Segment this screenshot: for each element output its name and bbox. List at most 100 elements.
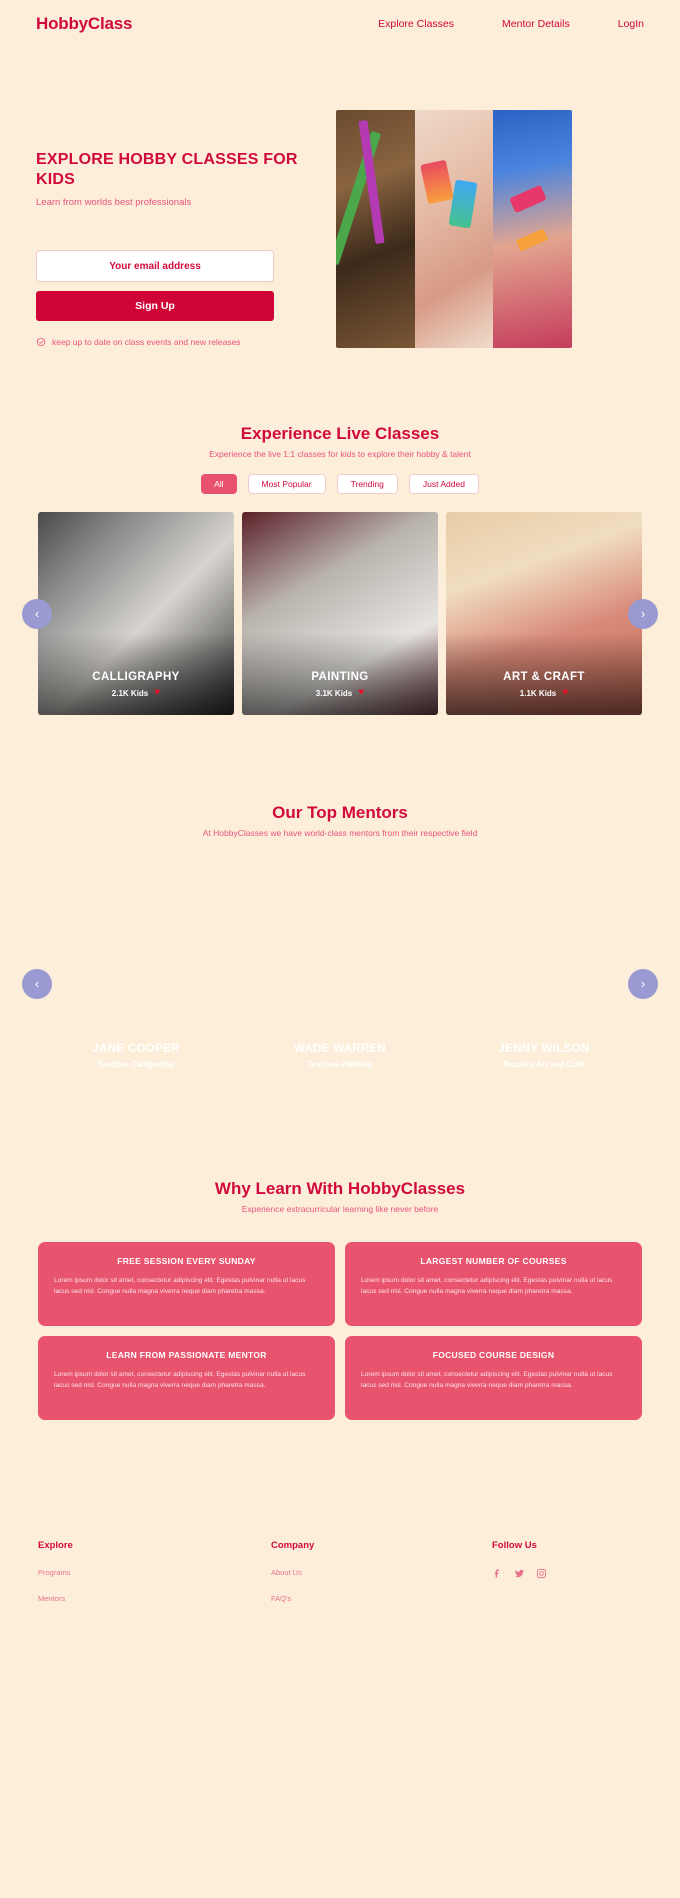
class-card-art-and-craft[interactable]: ART & CRAFT 1.1K Kids ♥	[446, 512, 642, 715]
mentor-caption: JENNY WILSON Teaches Art and Craft	[446, 1043, 642, 1069]
classes-carousel: ‹ › CALLIGRAPHY 2.1K Kids ♥ PAINTING 3.1…	[0, 512, 680, 715]
facebook-icon[interactable]	[492, 1568, 503, 1579]
class-card-kids: 3.1K Kids	[315, 688, 353, 698]
class-card-caption: CALLIGRAPHY 2.1K Kids ♥	[38, 671, 234, 698]
filter-all[interactable]: All	[201, 474, 237, 494]
newsletter-note: keep up to date on class events and new …	[36, 337, 316, 347]
filter-just-added[interactable]: Just Added	[408, 474, 479, 494]
heart-icon: ♥	[154, 687, 161, 698]
hero-title: EXPLORE HOBBY CLASSES FOR KIDS	[36, 151, 298, 188]
email-input[interactable]: Your email address	[36, 250, 274, 282]
feature-card-focused-design: FOCUSED COURSE DESIGN Lorem ipsum dolor …	[345, 1336, 642, 1420]
feature-card-largest-courses: LARGEST NUMBER OF COURSES Lorem ipsum do…	[345, 1242, 642, 1326]
mentor-card-jenny-wilson[interactable]: JENNY WILSON Teaches Art and Craft	[446, 882, 642, 1085]
instagram-icon[interactable]	[536, 1568, 547, 1579]
site-header: HobbyClass Explore Classes Mentor Detail…	[0, 0, 680, 48]
class-card-caption: PAINTING 3.1K Kids ♥	[242, 671, 438, 698]
live-classes-heading: Experience Live Classes Experience the l…	[0, 424, 680, 459]
mentor-cards: JANE COOPER Teaches Calligraphy WADE WAR…	[38, 882, 642, 1085]
social-links	[492, 1568, 642, 1579]
mentor-caption: JANE COOPER Teaches Calligraphy	[38, 1043, 234, 1069]
footer-column-follow-us: Follow Us	[492, 1540, 642, 1603]
twitter-icon[interactable]	[514, 1568, 525, 1579]
class-card-calligraphy[interactable]: CALLIGRAPHY 2.1K Kids ♥	[38, 512, 234, 715]
feature-body: Lorem ipsum dolor sit amet, consectetur …	[361, 1371, 613, 1389]
footer-link-faqs[interactable]: FAQ's	[271, 1594, 492, 1603]
footer-title-explore: Explore	[38, 1540, 73, 1551]
class-card-name: CALLIGRAPHY	[92, 671, 180, 683]
mentors-section: Our Top Mentors At HobbyClasses we have …	[0, 803, 680, 1085]
chevron-right-icon: ›	[640, 976, 646, 991]
class-card-name: PAINTING	[311, 671, 369, 683]
mentors-next-button[interactable]: ›	[628, 968, 658, 999]
footer-link-programs[interactable]: Programs	[38, 1568, 259, 1577]
hero-image-paintbrush	[493, 110, 572, 348]
heart-icon: ♥	[562, 687, 569, 698]
chevron-left-icon: ‹	[34, 976, 40, 991]
nav-item-login[interactable]: LogIn	[618, 18, 644, 30]
feature-body: Lorem ipsum dolor sit amet, consectetur …	[361, 1277, 613, 1295]
mentor-card-wade-warren[interactable]: WADE WARREN Teaches Painting	[242, 882, 438, 1085]
feature-title: FOCUSED COURSE DESIGN	[432, 1350, 555, 1360]
footer-title-follow-us: Follow Us	[492, 1540, 537, 1551]
footer-title-company: Company	[271, 1540, 315, 1551]
class-cards: CALLIGRAPHY 2.1K Kids ♥ PAINTING 3.1K Ki…	[38, 512, 642, 715]
mentor-caption: WADE WARREN Teaches Painting	[242, 1043, 438, 1069]
live-classes-section: Experience Live Classes Experience the l…	[0, 424, 680, 715]
mentor-name: JENNY WILSON	[498, 1043, 590, 1055]
footer-link-mentors[interactable]: Mentors	[38, 1594, 259, 1603]
feature-card-passionate-mentor: LEARN FROM PASSIONATE MENTOR Lorem ipsum…	[38, 1336, 335, 1420]
main-nav: Explore Classes Mentor Details LogIn	[378, 18, 644, 30]
feature-title: FREE SESSION EVERY SUNDAY	[117, 1256, 256, 1266]
mentors-title: Our Top Mentors	[272, 803, 408, 822]
mentors-prev-button[interactable]: ‹	[22, 968, 52, 999]
hero-image	[336, 110, 572, 348]
signup-button[interactable]: Sign Up	[36, 291, 274, 321]
heart-icon: ♥	[358, 687, 365, 698]
why-learn-heading: Why Learn With HobbyClasses Experience e…	[0, 1179, 680, 1214]
footer-column-explore: Explore Programs Mentors	[38, 1540, 259, 1603]
nav-item-explore-classes[interactable]: Explore Classes	[378, 18, 454, 30]
filter-most-popular[interactable]: Most Popular	[247, 474, 326, 494]
logo[interactable]: HobbyClass	[36, 14, 132, 34]
hero-subtitle: Learn from worlds best professionals	[36, 197, 192, 208]
chevron-right-icon: ›	[640, 606, 646, 621]
hero-content: EXPLORE HOBBY CLASSES FOR KIDS Learn fro…	[36, 110, 316, 348]
class-card-kids: 1.1K Kids	[519, 688, 557, 698]
mentors-carousel: ‹ › JANE COOPER Teaches Calligraphy WADE…	[0, 882, 680, 1085]
classes-prev-button[interactable]: ‹	[22, 598, 52, 629]
site-footer: Explore Programs Mentors Company About U…	[0, 1540, 680, 1603]
footer-column-company: Company About Us FAQ's	[259, 1540, 492, 1603]
feature-title: LEARN FROM PASSIONATE MENTOR	[106, 1350, 267, 1360]
newsletter-note-text: keep up to date on class events and new …	[52, 337, 241, 347]
class-card-meta: 1.1K Kids ♥	[446, 688, 642, 698]
live-classes-title: Experience Live Classes	[240, 424, 440, 443]
feature-body: Lorem ipsum dolor sit amet, consectetur …	[54, 1371, 306, 1389]
class-card-caption: ART & CRAFT 1.1K Kids ♥	[446, 671, 642, 698]
mentors-subtitle: At HobbyClasses we have world-class ment…	[202, 828, 478, 838]
feature-title: LARGEST NUMBER OF COURSES	[420, 1256, 567, 1266]
why-learn-subtitle: Experience extracurricular learning like…	[241, 1204, 439, 1214]
filter-trending[interactable]: Trending	[336, 474, 398, 494]
class-card-kids: 2.1K Kids	[111, 688, 149, 698]
nav-item-mentor-details[interactable]: Mentor Details	[502, 18, 570, 30]
class-card-painting[interactable]: PAINTING 3.1K Kids ♥	[242, 512, 438, 715]
feature-body: Lorem ipsum dolor sit amet, consectetur …	[54, 1277, 306, 1295]
footer-link-about-us[interactable]: About Us	[271, 1568, 492, 1577]
mentor-role: Teaches Calligraphy	[97, 1060, 175, 1069]
feature-cards: FREE SESSION EVERY SUNDAY Lorem ipsum do…	[0, 1242, 680, 1420]
mentor-card-jane-cooper[interactable]: JANE COOPER Teaches Calligraphy	[38, 882, 234, 1085]
hero-image-crayons	[414, 110, 494, 348]
mentor-role: Teaches Art and Craft	[502, 1060, 586, 1069]
mentors-heading: Our Top Mentors At HobbyClasses we have …	[0, 803, 680, 838]
mentor-name: JANE COOPER	[92, 1043, 180, 1055]
class-card-name: ART & CRAFT	[503, 671, 585, 683]
hero-section: EXPLORE HOBBY CLASSES FOR KIDS Learn fro…	[0, 48, 680, 348]
hero-image-markers	[336, 110, 415, 348]
class-card-meta: 2.1K Kids ♥	[38, 688, 234, 698]
classes-next-button[interactable]: ›	[628, 598, 658, 629]
why-learn-section: Why Learn With HobbyClasses Experience e…	[0, 1179, 680, 1420]
class-card-meta: 3.1K Kids ♥	[242, 688, 438, 698]
check-circle-icon	[36, 337, 46, 347]
chevron-left-icon: ‹	[34, 606, 40, 621]
